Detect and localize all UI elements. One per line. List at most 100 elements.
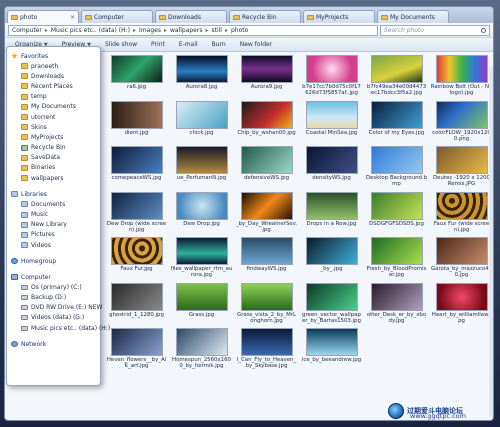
network-title: Network (21, 340, 47, 348)
new-folder-button[interactable]: New folder (240, 41, 272, 48)
nav-item[interactable]: utorrent (11, 112, 100, 122)
nav-item[interactable]: Documents (11, 199, 100, 209)
file-item[interactable]: ghostrid_1_1280.jpg (105, 282, 168, 329)
close-icon[interactable]: × (70, 14, 75, 21)
file-item[interactable]: Grass.jpg (170, 282, 233, 329)
nav-item[interactable]: Music (11, 209, 100, 219)
nav-item[interactable]: Downloads (11, 71, 100, 81)
file-item[interactable]: chick.jpg (170, 100, 233, 147)
file-item[interactable]: Aurora9.jpg (235, 55, 298, 101)
file-item[interactable]: Faux Fur.jpg (105, 237, 168, 283)
file-item[interactable]: findwayWS.jpg (235, 237, 298, 283)
nav-item[interactable]: Videos (data) (G:) (11, 313, 100, 323)
file-item[interactable]: Desktop Background.bmp (365, 146, 428, 192)
nav-item[interactable]: Skins (11, 122, 100, 132)
file-item[interactable]: defensiveWS.jpg (235, 146, 298, 192)
homegroup-header[interactable]: Homegroup (11, 256, 100, 266)
slideshow-button[interactable]: Slide show (105, 41, 137, 48)
file-item[interactable]: Fresh_by_BloodPromiser.jpg (365, 237, 428, 283)
tab-downloads[interactable]: Downloads (155, 10, 227, 23)
breadcrumb[interactable]: Computer ▸ Music pics etc.. (data) (H:) ▸ … (8, 24, 378, 36)
search-icon[interactable] (481, 27, 486, 33)
nav-item[interactable]: My Documents (11, 102, 100, 112)
file-item[interactable]: DSDGFGFSDSDS.jpg (365, 191, 428, 238)
watermark-logo-icon (388, 403, 404, 419)
file-item[interactable]: b7e17cc7b0d75c0f17626d73f5857af..jpg (300, 55, 363, 101)
nav-item[interactable]: Binaries (11, 163, 100, 173)
email-button[interactable]: E-mail (179, 41, 198, 48)
file-item[interactable]: Homespun_2560x1600_by_hermik.jpg (170, 328, 233, 374)
preview-pane-edge[interactable] (489, 67, 493, 417)
favorites-header[interactable]: Favorites (11, 51, 100, 61)
file-item[interactable]: ra6.jpg (105, 55, 168, 101)
file-item[interactable]: Dew Drop.jpg (170, 191, 233, 238)
nav-item[interactable]: praneeth (11, 61, 100, 71)
thumbnail-image (240, 100, 293, 129)
file-item[interactable]: _by_.jpg (300, 237, 363, 283)
file-item[interactable]: colorFLOW_1920x1200.png (430, 100, 493, 147)
file-item[interactable]: I_Can_Fly_to_Heaven_by_Skybase.jpg (235, 328, 298, 374)
tab-recycle-bin[interactable]: Recycle Bin (229, 10, 301, 23)
file-item[interactable]: Aurora8.jpg (170, 55, 233, 101)
file-item[interactable]: comepeaceWS.jpg (105, 146, 168, 192)
file-item[interactable] (365, 328, 428, 374)
file-item[interactable]: _by_Day_WreamerSev.jpg (235, 191, 298, 238)
tab-my-documents[interactable]: My Documents (377, 10, 449, 23)
file-item[interactable]: Coastal MinSea.jpg (300, 100, 363, 147)
file-item[interactable]: Rainbow Bolt (Out - No logo).jpg (430, 55, 493, 101)
tab-myprojects[interactable]: MyProjects (303, 10, 375, 23)
nav-item[interactable]: Music pics etc.. (data) (H:) (11, 323, 110, 333)
nav-item[interactable]: wallpapers (11, 173, 100, 183)
search-input[interactable]: Search photo (380, 24, 490, 36)
file-item[interactable]: Deutec -1920 x 1200 Remix.JPG (430, 146, 493, 192)
file-item[interactable]: Faux Fur (wide screen).jpg (430, 191, 493, 238)
nav-item[interactable]: SaveData (11, 153, 100, 163)
breadcrumb-item[interactable]: Music pics etc.. (data) (H:) (51, 27, 130, 34)
file-item[interactable]: b7fc49ea34e00d4473ec17bdcc3f5a2.jpg (365, 55, 428, 101)
tab-computer[interactable]: Computer (81, 10, 153, 23)
nav-item[interactable]: DVD RW Drive (E:) NEW (11, 303, 102, 313)
file-item[interactable]: Drops in a Row.jpg (300, 191, 363, 238)
tab-photo[interactable]: photo × (7, 10, 79, 23)
nav-item[interactable]: Os (primary) (C:) (11, 282, 100, 292)
file-item[interactable]: Grass_vista_2_by_MrLonghorn.jpg (235, 282, 298, 329)
file-item[interactable]: otter_Desk_er_by_xbody.jpg (365, 282, 428, 329)
file-item[interactable]: Ice_by_beeandrew.jpg (300, 328, 363, 374)
breadcrumb-item[interactable]: photo (231, 27, 248, 34)
thumbnail-image (305, 146, 358, 174)
folder-icon (21, 134, 28, 141)
file-item[interactable]: green_vector_wallpaper_by_Bartas1503.jpg (300, 282, 363, 329)
navigation-pane: Favorites praneeth Downloads Recent Places… (6, 46, 110, 386)
breadcrumb-item[interactable]: still (211, 27, 221, 34)
file-item[interactable]: files_wallpaper_rtm_aurora.jpg (170, 237, 233, 283)
file-item[interactable]: dient.jpg (105, 100, 168, 147)
file-name: otter_Desk_er_by_xbody.jpg (366, 311, 427, 324)
burn-button[interactable]: Burn (212, 41, 226, 48)
nav-item[interactable]: Videos (11, 240, 100, 250)
nav-item[interactable]: Recent Places (11, 81, 100, 91)
breadcrumb-item[interactable]: Images (139, 27, 161, 34)
file-item[interactable]: Heven_flowers__by_AiK_art.jpg (105, 328, 168, 374)
nav-item[interactable]: MyProjects (11, 132, 100, 142)
libraries-header[interactable]: Libraries (11, 189, 100, 199)
breadcrumb-item[interactable]: wallpapers (170, 27, 203, 34)
nav-item[interactable]: Pictures (11, 230, 100, 240)
network-header[interactable]: Network (11, 339, 100, 349)
thumbnail-image (370, 100, 423, 129)
file-item[interactable]: densityWS.jpg (300, 146, 363, 192)
file-item[interactable]: Garota_by_mazzuco470.jpg (430, 237, 493, 283)
file-item[interactable]: Dew Drop (wide screen).jpg (105, 191, 168, 238)
file-name: Heart_by_williamliew.jpg (431, 311, 492, 324)
folder-icon (21, 175, 28, 182)
nav-item[interactable]: temp (11, 92, 100, 102)
file-item[interactable]: Color of my Eyes.jpg (365, 100, 428, 147)
file-item[interactable]: Heart_by_williamliew.jpg (430, 282, 493, 329)
file-item[interactable]: ue_PerfumanN.jpg (170, 146, 233, 192)
nav-item[interactable]: New Library (11, 220, 100, 230)
breadcrumb-item[interactable]: Computer (12, 27, 42, 34)
print-button[interactable]: Print (151, 41, 165, 48)
nav-item[interactable]: Backup (D:) (11, 292, 100, 302)
file-item[interactable]: Chip_by_wshan00.jpg (235, 100, 298, 147)
computer-header[interactable]: Computer (11, 272, 100, 282)
nav-item[interactable]: Recycle Bin (11, 143, 100, 153)
